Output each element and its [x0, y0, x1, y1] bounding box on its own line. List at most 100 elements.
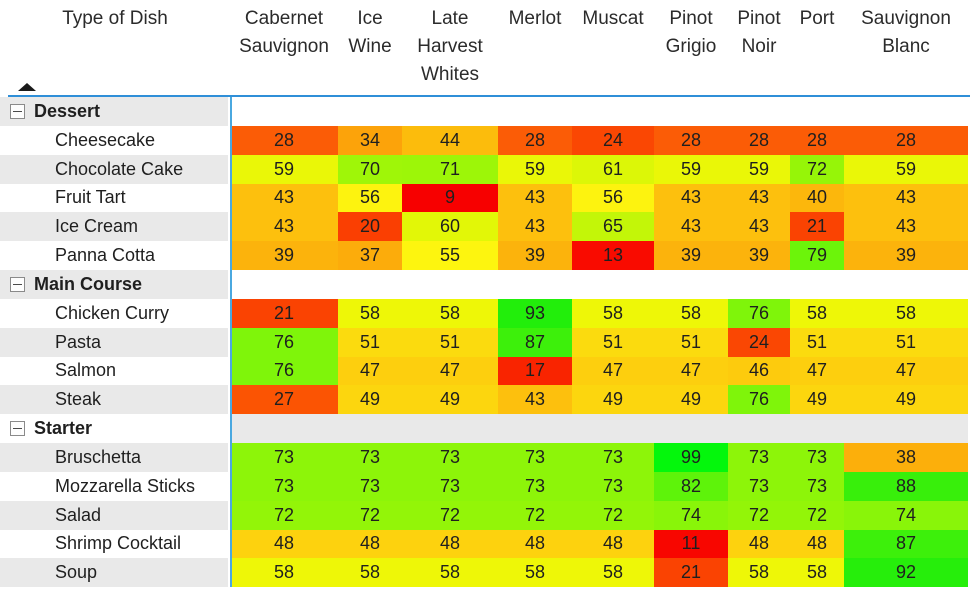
heatmap-cell[interactable]: 43 [498, 212, 572, 242]
heatmap-cell[interactable]: 73 [402, 443, 498, 472]
heatmap-cell[interactable]: 59 [230, 154, 338, 184]
sort-ascending-icon[interactable] [18, 83, 36, 91]
heatmap-cell[interactable]: 21 [230, 298, 338, 328]
heatmap-cell[interactable]: 73 [498, 471, 572, 501]
heatmap-cell[interactable]: 47 [572, 356, 654, 386]
heatmap-cell[interactable]: 76 [230, 356, 338, 386]
heatmap-cell[interactable]: 58 [790, 558, 844, 588]
heatmap-cell[interactable]: 17 [498, 356, 572, 386]
row-label-cell[interactable]: Chocolate Cake [0, 154, 228, 184]
heatmap-cell[interactable]: 34 [338, 126, 402, 155]
heatmap-cell[interactable]: 72 [572, 500, 654, 530]
heatmap-cell[interactable]: 73 [790, 443, 844, 472]
heatmap-cell[interactable]: 46 [728, 356, 790, 386]
heatmap-cell[interactable]: 28 [230, 126, 338, 155]
heatmap-cell[interactable]: 39 [844, 241, 968, 270]
heatmap-cell[interactable]: 72 [790, 500, 844, 530]
heatmap-cell[interactable]: 58 [572, 298, 654, 328]
heatmap-cell[interactable]: 47 [844, 356, 968, 386]
table-row[interactable]: Pasta 76 51 51 87 51 51 24 51 51 [0, 327, 970, 357]
table-row[interactable]: Salad 72 72 72 72 72 74 72 72 74 [0, 500, 970, 530]
heatmap-cell[interactable]: 48 [338, 529, 402, 559]
heatmap-cell[interactable]: 73 [230, 471, 338, 501]
collapse-minus-icon[interactable] [10, 421, 25, 437]
heatmap-cell[interactable]: 47 [402, 356, 498, 386]
heatmap-cell[interactable]: 48 [572, 529, 654, 559]
heatmap-cell[interactable]: 37 [338, 241, 402, 270]
heatmap-cell[interactable]: 73 [230, 443, 338, 472]
row-label-cell[interactable]: Soup [0, 558, 228, 588]
table-row[interactable]: Ice Cream 43 20 60 43 65 43 43 21 43 [0, 212, 970, 242]
heatmap-cell[interactable]: 58 [572, 558, 654, 588]
heatmap-cell[interactable]: 65 [572, 212, 654, 242]
heatmap-cell[interactable]: 38 [844, 443, 968, 472]
heatmap-cell[interactable]: 72 [338, 500, 402, 530]
heatmap-cell[interactable]: 82 [654, 471, 728, 501]
column-header-sauvignon-blanc[interactable]: Sauvignon Blanc [844, 0, 968, 61]
heatmap-cell[interactable]: 49 [338, 385, 402, 415]
heatmap-cell[interactable]: 47 [338, 356, 402, 386]
heatmap-cell[interactable]: 51 [572, 327, 654, 357]
heatmap-cell[interactable]: 99 [654, 443, 728, 472]
heatmap-cell[interactable]: 76 [230, 327, 338, 357]
table-row[interactable]: Salmon 76 47 47 17 47 47 46 47 47 [0, 356, 970, 386]
heatmap-cell[interactable]: 28 [790, 126, 844, 155]
heatmap-cell[interactable]: 49 [844, 385, 968, 415]
heatmap-cell[interactable]: 47 [790, 356, 844, 386]
heatmap-cell[interactable]: 73 [338, 443, 402, 472]
heatmap-cell[interactable]: 59 [728, 154, 790, 184]
heatmap-cell[interactable]: 60 [402, 212, 498, 242]
heatmap-cell[interactable]: 24 [572, 126, 654, 155]
row-label-cell[interactable]: Salad [0, 500, 228, 530]
group-label-cell[interactable]: Dessert [0, 97, 228, 126]
table-row[interactable]: Panna Cotta 39 37 55 39 13 39 39 79 39 [0, 241, 970, 270]
heatmap-cell[interactable]: 70 [338, 154, 402, 184]
column-header-merlot[interactable]: Merlot [498, 0, 572, 33]
heatmap-cell[interactable]: 58 [498, 558, 572, 588]
table-row[interactable]: Steak 27 49 49 43 49 49 76 49 49 [0, 385, 970, 415]
heatmap-cell[interactable]: 79 [790, 241, 844, 270]
heatmap-cell[interactable]: 73 [402, 471, 498, 501]
heatmap-cell[interactable]: 43 [654, 212, 728, 242]
heatmap-cell[interactable]: 40 [790, 183, 844, 213]
heatmap-cell[interactable]: 73 [728, 443, 790, 472]
heatmap-cell[interactable]: 43 [498, 183, 572, 213]
table-row[interactable]: Cheesecake 28 34 44 28 24 28 28 28 28 [0, 126, 970, 155]
heatmap-cell[interactable]: 48 [402, 529, 498, 559]
heatmap-cell[interactable]: 43 [230, 183, 338, 213]
row-label-cell[interactable]: Pasta [0, 327, 228, 357]
heatmap-cell[interactable]: 73 [728, 471, 790, 501]
row-label-cell[interactable]: Ice Cream [0, 212, 228, 242]
heatmap-cell[interactable]: 93 [498, 298, 572, 328]
heatmap-cell[interactable]: 58 [790, 298, 844, 328]
row-label-cell[interactable]: Steak [0, 385, 228, 415]
table-row[interactable]: Mozzarella Sticks 73 73 73 73 73 82 73 73 88 [0, 471, 970, 501]
heatmap-cell[interactable]: 59 [654, 154, 728, 184]
heatmap-cell[interactable]: 39 [498, 241, 572, 270]
heatmap-cell[interactable]: 48 [728, 529, 790, 559]
row-label-cell[interactable]: Bruschetta [0, 443, 228, 472]
heatmap-cell[interactable]: 73 [498, 443, 572, 472]
heatmap-cell[interactable]: 49 [790, 385, 844, 415]
heatmap-cell[interactable]: 51 [844, 327, 968, 357]
heatmap-cell[interactable]: 58 [402, 298, 498, 328]
heatmap-cell[interactable]: 74 [844, 500, 968, 530]
row-label-cell[interactable]: Cheesecake [0, 126, 228, 155]
heatmap-cell[interactable]: 28 [498, 126, 572, 155]
heatmap-cell[interactable]: 61 [572, 154, 654, 184]
table-row[interactable]: Chicken Curry 21 58 58 93 58 58 76 58 58 [0, 298, 970, 328]
group-row[interactable]: Main Course [0, 269, 970, 299]
heatmap-cell[interactable]: 28 [654, 126, 728, 155]
heatmap-cell[interactable]: 11 [654, 529, 728, 559]
heatmap-cell[interactable]: 74 [654, 500, 728, 530]
row-label-cell[interactable]: Panna Cotta [0, 241, 228, 270]
heatmap-cell[interactable]: 49 [572, 385, 654, 415]
heatmap-cell[interactable]: 56 [338, 183, 402, 213]
heatmap-cell[interactable]: 43 [230, 212, 338, 242]
heatmap-cell[interactable]: 51 [402, 327, 498, 357]
heatmap-cell[interactable]: 49 [654, 385, 728, 415]
heatmap-cell[interactable]: 73 [338, 471, 402, 501]
heatmap-cell[interactable]: 72 [498, 500, 572, 530]
heatmap-cell[interactable]: 58 [230, 558, 338, 588]
heatmap-cell[interactable]: 44 [402, 126, 498, 155]
